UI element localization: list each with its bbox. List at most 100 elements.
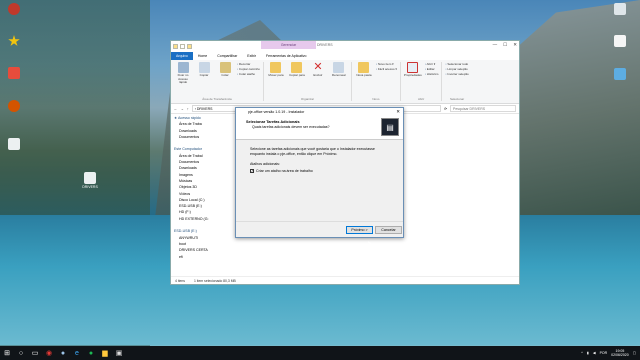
group-clipboard: Fixar no Acesso rápido Copiar Colar Reco…	[174, 62, 264, 101]
paste-shortcut-button[interactable]: Colar atalho	[237, 72, 260, 76]
group-organize: Mover para Copiar para ✕ Excluir Renomear…	[267, 62, 352, 101]
cursor-icon: ➤	[367, 241, 373, 247]
desktop-icon-5[interactable]	[2, 138, 26, 151]
clear-selection-button[interactable]: Limpar seleção	[445, 67, 468, 71]
nav-item[interactable]: efi	[171, 254, 227, 260]
properties-icon	[407, 62, 419, 73]
move-to-button[interactable]: Mover para	[267, 62, 285, 78]
copy-folder-icon	[291, 62, 303, 73]
paste-button[interactable]: Colar	[216, 62, 234, 85]
ribbon-tabs: Arquivo Home Compartilhar Exibir Ferrame…	[171, 52, 519, 60]
new-item-button[interactable]: Novo item ▾	[376, 62, 397, 66]
dialog-titlebar: pje-office versão 1.0.19 - Instalador ✕	[236, 108, 403, 116]
rename-icon	[333, 62, 345, 73]
group-label: Organizar	[300, 97, 314, 101]
taskbar: ⊞ ○ ▭ ◉ ● e ● ▆ ▣ ^ ▮ ◀ POR 19:05 02/06/…	[0, 346, 640, 360]
item-count: 4 itens	[175, 279, 185, 283]
move-folder-icon	[270, 62, 282, 73]
edge-icon[interactable]: e	[70, 346, 84, 360]
group-label: Área de Transferência	[202, 97, 232, 101]
copy-path-button[interactable]: Copiar caminho	[237, 67, 260, 71]
group-label: Abrir	[417, 97, 425, 101]
network-icon[interactable]: ▮	[587, 351, 589, 355]
start-button[interactable]: ⊞	[0, 346, 14, 360]
delete-icon: ✕	[313, 61, 323, 73]
checkbox-label: Criar um atalho na área de trabalho	[256, 168, 313, 173]
volume-icon[interactable]: ◀	[593, 351, 596, 355]
copy-icon	[198, 62, 210, 73]
tab-view[interactable]: Exibir	[242, 52, 261, 60]
desktop-icon-r2[interactable]	[608, 35, 632, 48]
dialog-body: Selecione as tarefas adicionais que você…	[236, 140, 403, 174]
selection-info: 1 item selecionado 80,3 MB	[193, 279, 236, 283]
maximize-icon[interactable]: ☐	[503, 42, 507, 48]
desktop-shortcut-checkbox-row[interactable]: ✓ Criar um atalho na área de trabalho	[250, 169, 403, 174]
clock-date: 02/06/2020	[611, 353, 629, 357]
status-bar: 4 itens 1 item selecionado 80,3 MB	[171, 276, 519, 284]
spotify-icon[interactable]: ●	[84, 346, 98, 360]
up-icon[interactable]: ↑	[187, 107, 189, 111]
open-button[interactable]: Abrir ▾	[425, 62, 439, 66]
close-icon[interactable]: ✕	[396, 108, 400, 116]
group-label: Novo	[372, 97, 380, 101]
select-all-button[interactable]: Selecionar tudo	[445, 62, 468, 66]
language-indicator[interactable]: POR	[600, 351, 608, 355]
refresh-icon[interactable]: ⟳	[444, 107, 447, 111]
tray-chevron-icon[interactable]: ^	[581, 351, 583, 355]
clock[interactable]: 19:05 02/06/2020	[611, 349, 629, 357]
desktop-icon-1[interactable]	[2, 3, 26, 16]
copy-button[interactable]: Copiar	[195, 62, 213, 85]
forward-icon[interactable]: →	[181, 107, 185, 111]
desktop-icon-drivers[interactable]: DRIVERS	[78, 172, 102, 189]
new-folder-button[interactable]: Nova pasta	[355, 62, 373, 78]
desktop-icon-3[interactable]	[2, 67, 26, 80]
installer-taskbar-icon[interactable]: ▣	[112, 346, 126, 360]
group-label: Selecionar	[449, 97, 465, 101]
manage-tab-header[interactable]: Gerenciar	[261, 41, 316, 49]
desktop-icon-r3[interactable]	[608, 68, 632, 81]
installer-dialog: pje-office versão 1.0.19 - Instalador ✕ …	[235, 107, 404, 238]
minimize-icon[interactable]: —	[493, 42, 498, 48]
invert-selection-button[interactable]: Inverter seleção	[445, 72, 468, 76]
group-select: Selecionar tudo Limpar seleção Inverter …	[445, 62, 471, 101]
desktop-icon-recycle[interactable]	[608, 3, 632, 16]
system-tray: ^ ▮ ◀ POR 19:05 02/06/2020 ▢	[581, 346, 636, 360]
steam-icon[interactable]: ●	[56, 346, 70, 360]
dialog-heading: Selecionar Tarefas Adicionais	[246, 120, 300, 124]
desktop-shortcut-checkbox[interactable]: ✓	[250, 169, 254, 174]
desktop-icon-2[interactable]	[2, 35, 26, 48]
notifications-icon[interactable]: ▢	[633, 351, 636, 355]
search-input[interactable]: Pesquisar DRIVERS	[450, 105, 516, 112]
search-icon[interactable]: ○	[14, 346, 28, 360]
next-button[interactable]: Próximo >	[346, 226, 373, 234]
pin-quick-access-button[interactable]: Fixar no Acesso rápido	[174, 62, 192, 85]
navigation-pane: ★ Acesso rápido Área de Traba Downloads Doc…	[171, 114, 227, 274]
tab-home[interactable]: Home	[193, 52, 212, 60]
copy-to-button[interactable]: Copiar para	[288, 62, 306, 78]
group-open: Propriedades Abrir ▾ Editar Histórico Ab…	[404, 62, 443, 101]
back-icon[interactable]: ←	[174, 107, 178, 111]
easy-access-button[interactable]: Fácil acesso ▾	[376, 67, 397, 71]
dialog-description: Selecione as tarefas adicionais que você…	[250, 147, 375, 156]
edit-button[interactable]: Editar	[425, 67, 439, 71]
new-folder-icon	[358, 62, 370, 73]
group-label: Atalhos adicionais:	[250, 162, 280, 167]
task-view-icon[interactable]: ▭	[28, 346, 42, 360]
cancel-button[interactable]: Cancelar	[375, 226, 402, 234]
opera-icon[interactable]: ◉	[42, 346, 56, 360]
close-icon[interactable]: ✕	[513, 42, 517, 48]
explorer-taskbar-icon[interactable]: ▆	[98, 346, 112, 360]
explorer-window-title: DRIVERS	[317, 43, 333, 47]
tab-app-tools[interactable]: Ferramentas de Aplicativo	[261, 52, 311, 60]
desktop-icon-4[interactable]	[2, 100, 26, 113]
dialog-footer: Próximo > Cancelar	[236, 221, 403, 237]
properties-button[interactable]: Propriedades	[404, 62, 422, 78]
dialog-subheading: Quais tarefas adicionais devem ser execu…	[252, 125, 330, 129]
installer-logo-icon: ▤	[381, 118, 399, 136]
rename-button[interactable]: Renomear	[330, 62, 348, 78]
tab-share[interactable]: Compartilhar	[212, 52, 242, 60]
cut-button[interactable]: Recortar	[237, 62, 260, 66]
delete-button[interactable]: ✕ Excluir	[309, 62, 327, 78]
tab-file[interactable]: Arquivo	[171, 52, 193, 60]
history-button[interactable]: Histórico	[425, 72, 439, 76]
